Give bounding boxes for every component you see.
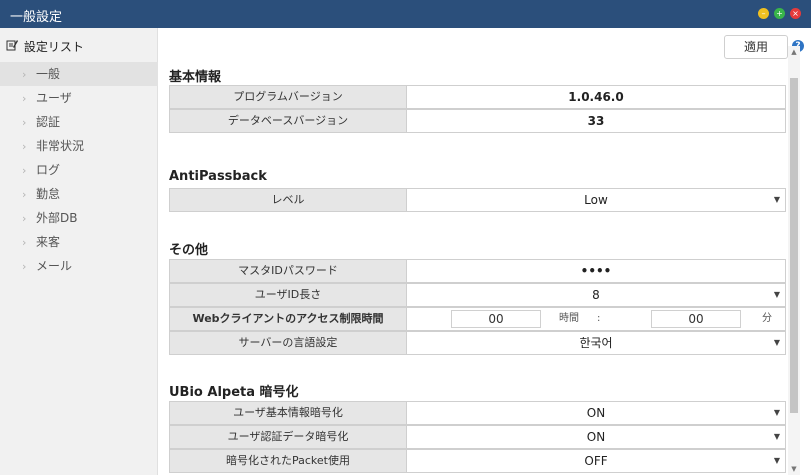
sidebar-item-label: 非常状況 xyxy=(36,139,85,153)
dropdown-arrow-icon: ▼ xyxy=(773,290,780,299)
row-label: ユーザID長さ xyxy=(169,283,407,307)
select-value: ON xyxy=(586,430,606,444)
program-version-value: 1.0.46.0 xyxy=(407,85,786,109)
chevron-right-icon: › xyxy=(22,68,27,81)
sidebar-item-label: 来客 xyxy=(36,235,61,249)
dropdown-arrow-icon: ▼ xyxy=(773,195,780,204)
user-id-length-select[interactable]: 8 ▼ xyxy=(407,283,786,307)
settings-panel: 適用 ? ▲ ▼ 基本情報 プログラムバージョン 1.0.46.0 データベース… xyxy=(158,28,811,475)
web-access-timeout-fields: 00 時間 : 00 分 xyxy=(407,307,786,331)
sidebar-item-label: ユーザ xyxy=(36,91,72,105)
select-value: 한국어 xyxy=(579,336,613,350)
minimize-icon[interactable]: – xyxy=(758,8,769,19)
row-program-version: プログラムバージョン 1.0.46.0 xyxy=(169,85,786,109)
scroll-down-icon[interactable]: ▼ xyxy=(788,463,800,475)
select-value: OFF xyxy=(584,454,608,468)
maximize-icon[interactable]: + xyxy=(774,8,785,19)
row-label: マスタIDパスワード xyxy=(169,259,407,283)
minutes-unit-label: 分 xyxy=(762,313,772,324)
row-label: ユーザ基本情報暗号化 xyxy=(169,401,407,425)
row-database-version: データベースバージョン 33 xyxy=(169,109,786,133)
section-encryption-title: UBio Alpeta 暗号化 xyxy=(169,385,299,400)
section-antipassback-title: AntiPassback xyxy=(169,169,267,184)
sidebar-item-log[interactable]: › ログ xyxy=(0,158,158,182)
sidebar-item-label: メール xyxy=(36,259,73,273)
row-server-language: サーバーの言語設定 한국어 ▼ xyxy=(169,331,786,355)
dropdown-arrow-icon: ▼ xyxy=(773,432,780,441)
dropdown-arrow-icon: ▼ xyxy=(773,408,780,417)
sidebar-item-emergency[interactable]: › 非常状況 xyxy=(0,134,158,158)
row-label: 暗号化されたPacket使用 xyxy=(169,449,407,473)
window-title: 一般設定 xyxy=(10,10,63,25)
scroll-thumb[interactable] xyxy=(790,78,798,413)
sidebar-item-label: 外部DB xyxy=(36,211,78,225)
sidebar-item-attendance[interactable]: › 勤怠 xyxy=(0,182,158,206)
sidebar-item-auth[interactable]: › 認証 xyxy=(0,110,158,134)
database-version-value: 33 xyxy=(407,109,786,133)
row-label: サーバーの言語設定 xyxy=(169,331,407,355)
edit-list-icon xyxy=(6,39,20,54)
chevron-right-icon: › xyxy=(22,212,27,225)
sidebar-item-label: 勤怠 xyxy=(36,187,61,201)
row-label: レベル xyxy=(169,188,407,212)
time-separator: : xyxy=(597,313,601,324)
row-user-id-length: ユーザID長さ 8 ▼ xyxy=(169,283,786,307)
scroll-up-icon[interactable]: ▲ xyxy=(788,46,800,58)
hours-unit-label: 時間 xyxy=(559,313,579,324)
row-auth-data-encryption: ユーザ認証データ暗号化 ON ▼ xyxy=(169,425,786,449)
row-antipassback-level: レベル Low ▼ xyxy=(169,188,786,212)
auth-data-encryption-select[interactable]: ON ▼ xyxy=(407,425,786,449)
apply-button[interactable]: 適用 xyxy=(724,35,788,59)
chevron-right-icon: › xyxy=(22,116,27,129)
chevron-right-icon: › xyxy=(22,188,27,201)
sidebar-item-label: ログ xyxy=(36,163,61,177)
sidebar-item-label: 認証 xyxy=(36,115,61,129)
row-label: ユーザ認証データ暗号化 xyxy=(169,425,407,449)
master-id-password-field[interactable]: •••• xyxy=(407,259,786,283)
server-language-select[interactable]: 한국어 ▼ xyxy=(407,331,786,355)
chevron-right-icon: › xyxy=(22,92,27,105)
chevron-right-icon: › xyxy=(22,260,27,273)
sidebar-title-label: 設定リスト xyxy=(23,40,84,54)
chevron-right-icon: › xyxy=(22,236,27,249)
select-value: 8 xyxy=(592,288,600,302)
sidebar-item-mail[interactable]: › メール xyxy=(0,254,158,278)
select-value: ON xyxy=(586,406,606,420)
row-label: Webクライアントのアクセス制限時間 xyxy=(169,307,407,331)
sidebar-item-visitor[interactable]: › 来客 xyxy=(0,230,158,254)
row-master-id-password: マスタIDパスワード •••• xyxy=(169,259,786,283)
select-value: Low xyxy=(584,193,608,207)
row-label: データベースバージョン xyxy=(169,109,407,133)
sidebar-item-external-db[interactable]: › 外部DB xyxy=(0,206,158,230)
chevron-right-icon: › xyxy=(22,164,27,177)
sidebar: 設定リスト › 一般 › ユーザ › 認証 › 非常状況 › ログ › 勤怠 › 外部DB ›… xyxy=(0,28,158,475)
section-basic-title: 基本情報 xyxy=(169,70,222,85)
row-label: プログラムバージョン xyxy=(169,85,407,109)
sidebar-item-general[interactable]: › 一般 xyxy=(0,62,158,86)
minutes-input[interactable]: 00 xyxy=(651,310,741,328)
close-icon[interactable]: × xyxy=(790,8,801,19)
chevron-right-icon: › xyxy=(22,140,27,153)
user-info-encryption-select[interactable]: ON ▼ xyxy=(407,401,786,425)
hours-input[interactable]: 00 xyxy=(451,310,541,328)
row-web-access-timeout: Webクライアントのアクセス制限時間 00 時間 : 00 分 xyxy=(169,307,786,331)
sidebar-title: 設定リスト xyxy=(6,38,84,55)
encrypted-packet-select[interactable]: OFF ▼ xyxy=(407,449,786,473)
sidebar-item-user[interactable]: › ユーザ xyxy=(0,86,158,110)
row-encrypted-packet: 暗号化されたPacket使用 OFF ▼ xyxy=(169,449,786,473)
row-user-info-encryption: ユーザ基本情報暗号化 ON ▼ xyxy=(169,401,786,425)
sidebar-item-label: 一般 xyxy=(36,67,61,81)
antipassback-level-select[interactable]: Low ▼ xyxy=(407,188,786,212)
dropdown-arrow-icon: ▼ xyxy=(773,456,780,465)
section-other-title: その他 xyxy=(169,243,209,258)
vertical-scrollbar[interactable]: ▲ ▼ xyxy=(788,46,800,475)
dropdown-arrow-icon: ▼ xyxy=(773,338,780,347)
title-bar: 一般設定 – + × xyxy=(0,0,811,28)
